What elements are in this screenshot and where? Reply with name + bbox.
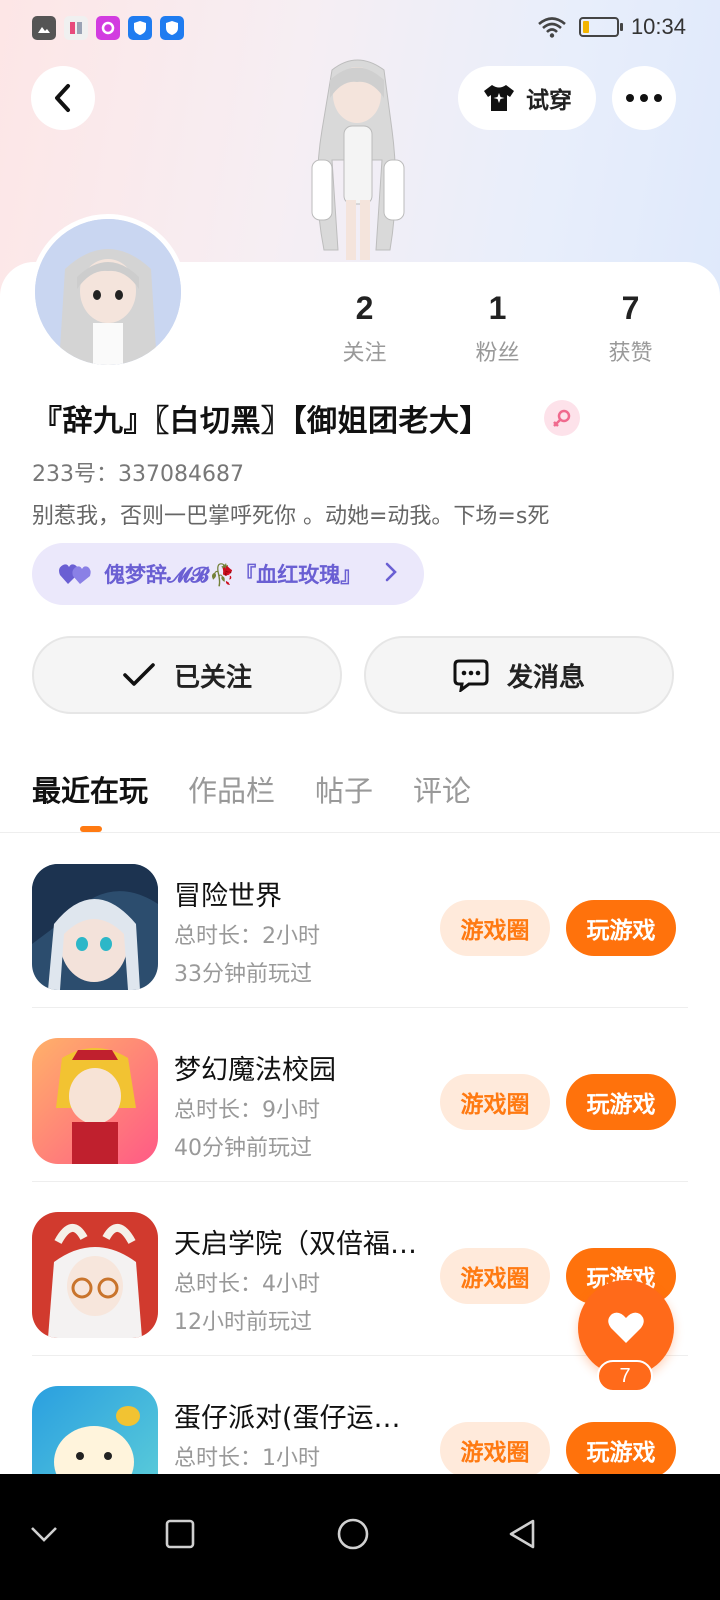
game-name: 冒险世界 [174,881,282,912]
more-button[interactable] [612,66,676,130]
stat-value: 2 [355,290,374,326]
following-button[interactable]: 已关注 [32,636,342,714]
game-icon[interactable] [32,1212,158,1338]
stat-followers[interactable]: 1 粉丝 [431,290,564,367]
profile-bio: 别惹我，否则一巴掌呼死你 。动她=动我。下场=s死 [32,504,550,529]
game-last-played: 40分钟前玩过 [174,1136,312,1161]
tab-posts[interactable]: 帖子 [315,768,373,810]
game-circle-button[interactable]: 游戏圈 [440,900,550,956]
profile-stats: 2 关注 1 粉丝 7 获赞 [298,290,698,367]
chevron-right-icon [385,562,397,582]
game-last-played: 12小时前玩过 [174,1310,312,1335]
back-nav-button[interactable] [492,1504,552,1564]
game-circle-button[interactable]: 游戏圈 [440,1422,550,1478]
circle-icon [337,1518,369,1550]
tab-works[interactable]: 作品栏 [188,768,275,810]
shield-app-icon [160,16,184,40]
gallery-icon [32,16,56,40]
shield-app-icon [128,16,152,40]
stat-label: 获赞 [608,341,653,366]
app-icon-purple [96,16,120,40]
more-dots-icon [626,94,662,102]
triangle-back-icon [509,1519,535,1549]
stat-value: 7 [621,290,640,326]
stat-value: 1 [488,290,507,326]
send-message-button[interactable]: 发消息 [364,636,674,714]
game-name: 梦幻魔法校园 [174,1055,336,1086]
check-icon [123,663,155,686]
avatar-3d-figure [311,59,405,260]
stat-label: 关注 [342,341,387,366]
back-button[interactable] [31,66,95,130]
status-time: 10:34 [630,14,686,39]
tab-divider [0,832,720,833]
shirt-icon [484,85,514,111]
play-game-button[interactable]: 玩游戏 [566,1422,676,1478]
relationship-badge[interactable]: 傀梦辞𝓜𝓑🥀『血红玫瑰』 [32,543,424,605]
chat-bubble-icon [453,659,489,692]
home-button[interactable] [323,1504,383,1564]
wifi-icon [538,17,566,38]
chevron-left-icon [55,84,70,112]
profile-tabs: 最近在玩 作品栏 帖子 评论 [32,768,471,810]
like-count-badge: 7 [597,1360,653,1392]
female-gender-icon [544,400,580,436]
app-icon [64,16,88,40]
game-duration: 总时长：4小时 [174,1272,320,1297]
game-duration: 总时长：1小时 [174,1446,320,1471]
battery-level [582,21,590,33]
stat-label: 粉丝 [475,341,520,366]
send-message-label: 发消息 [506,662,585,693]
status-bar: 10:34 [0,0,720,56]
chevron-down-icon [31,1527,57,1542]
game-circle-button[interactable]: 游戏圈 [440,1248,550,1304]
system-navigation-bar [0,1474,720,1600]
stat-likes[interactable]: 7 获赞 [564,290,697,367]
profile-nickname: 『辞九』〖白切黑〗【御姐团老大】 [32,404,490,439]
game-name: 天启学院（双倍福利） [174,1229,424,1260]
collapse-nav-button[interactable] [14,1504,74,1564]
game-duration: 总时长：9小时 [174,1098,320,1123]
game-circle-button[interactable]: 游戏圈 [440,1074,550,1130]
play-game-button[interactable]: 玩游戏 [566,1074,676,1130]
game-name: 蛋仔派对(蛋仔运动会) [174,1403,424,1434]
try-on-button[interactable]: 试穿 [458,66,596,130]
avatar-portrait [35,219,181,365]
square-icon [165,1519,195,1549]
game-duration: 总时长：2小时 [174,924,320,949]
heart-icon [608,1312,644,1343]
stat-following[interactable]: 2 关注 [298,290,431,367]
double-heart-icon [59,564,91,584]
list-item[interactable]: 冒险世界 总时长：2小时 33分钟前玩过 游戏圈 玩游戏 [0,834,720,1008]
game-icon[interactable] [32,1038,158,1164]
avatar[interactable] [30,214,186,370]
recents-button[interactable] [150,1504,210,1564]
following-label: 已关注 [173,662,252,693]
play-game-button[interactable]: 玩游戏 [566,900,676,956]
tab-comments[interactable]: 评论 [413,768,471,810]
relationship-label: 傀梦辞𝓜𝓑🥀『血红玫瑰』 [104,563,362,587]
tab-recently-played[interactable]: 最近在玩 [32,768,148,810]
game-last-played: 33分钟前玩过 [174,962,312,987]
try-on-label: 试穿 [526,88,572,114]
list-item[interactable]: 梦幻魔法校园 总时长：9小时 40分钟前玩过 游戏圈 玩游戏 [0,1008,720,1182]
battery-icon [578,17,623,37]
user-id: 233号：337084687 [32,462,244,487]
game-icon[interactable] [32,864,158,990]
